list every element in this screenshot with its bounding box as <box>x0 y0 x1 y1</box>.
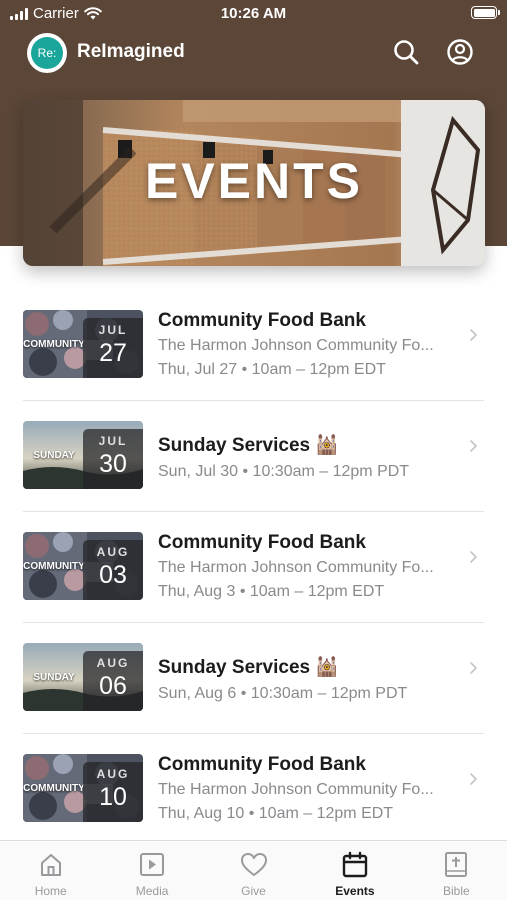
event-datetime: Thu, Aug 10 • 10am – 12pm EDT <box>158 805 394 822</box>
event-row[interactable]: SUNDAY JUL 30 Sunday Services 🕍 Sun, Jul… <box>0 401 507 512</box>
date-badge: JUL 27 <box>83 318 143 378</box>
profile-icon <box>447 39 473 65</box>
event-row[interactable]: COMMUNITY AUG 10 Community Food Bank The… <box>0 734 507 845</box>
home-icon <box>40 854 61 876</box>
chevron-right-icon <box>470 551 477 563</box>
heart-icon <box>240 853 267 876</box>
event-title: Community Food Bank <box>158 532 366 553</box>
event-thumbnail: COMMUNITY AUG 10 <box>23 754 143 822</box>
date-month: JUL <box>98 323 128 337</box>
thumbnail-caption: COMMUNITY <box>23 782 85 794</box>
date-month: AUG <box>96 545 130 559</box>
chevron-right-icon <box>470 440 477 452</box>
event-details: Community Food Bank The Harmon Johnson C… <box>158 754 462 823</box>
chevron-right-icon <box>470 662 477 674</box>
thumbnail-caption: COMMUNITY <box>23 560 85 572</box>
bible-icon <box>445 852 468 877</box>
date-day: 30 <box>99 450 127 478</box>
date-badge: AUG 10 <box>83 762 143 822</box>
app-header: Re: ReImagined <box>0 30 507 76</box>
status-bar: Carrier 10:26 AM <box>0 0 507 28</box>
thumbnail-caption: SUNDAY <box>33 449 75 461</box>
tab-label: Media <box>135 884 169 898</box>
app-logo[interactable]: Re: <box>27 33 67 73</box>
tab-label: Bible <box>442 884 470 898</box>
profile-button[interactable] <box>444 36 476 68</box>
thumbnail-caption: SUNDAY <box>33 671 75 683</box>
chevron-right-icon <box>470 329 477 341</box>
tab-label: Home <box>34 884 67 898</box>
app-title: ReImagined <box>77 41 185 62</box>
tab-home[interactable]: Home <box>0 841 101 900</box>
event-row[interactable]: COMMUNITY JUL 27 Community Food Bank The… <box>0 290 507 401</box>
event-datetime: Thu, Jul 27 • 10am – 12pm EDT <box>158 361 386 378</box>
date-month: AUG <box>96 656 130 670</box>
event-row[interactable]: SUNDAY AUG 06 Sunday Services 🕍 Sun, Aug… <box>0 623 507 734</box>
event-details: Sunday Services 🕍 Sun, Aug 6 • 10:30am –… <box>158 655 462 703</box>
date-badge: JUL 30 <box>83 429 143 489</box>
tab-events[interactable]: Events <box>304 841 405 900</box>
hero-title: EVENTS <box>144 153 364 209</box>
date-day: 03 <box>99 561 127 589</box>
chevron-right-icon <box>470 773 477 785</box>
event-details: Community Food Bank The Harmon Johnson C… <box>158 310 462 379</box>
event-title: Sunday Services 🕍 <box>158 657 340 678</box>
calendar-icon <box>342 851 368 878</box>
date-day: 27 <box>99 339 127 367</box>
date-badge: AUG 03 <box>83 540 143 600</box>
status-time: 10:26 AM <box>220 5 287 22</box>
event-title: Community Food Bank <box>158 310 366 331</box>
play-icon <box>140 853 165 876</box>
search-icon <box>394 40 419 65</box>
tab-bible[interactable]: Bible <box>406 841 507 900</box>
event-details: Community Food Bank The Harmon Johnson C… <box>158 532 462 601</box>
event-location: The Harmon Johnson Community Fo... <box>158 559 434 576</box>
event-thumbnail: SUNDAY JUL 30 <box>23 421 143 489</box>
event-datetime: Sun, Aug 6 • 10:30am – 12pm PDT <box>158 685 408 702</box>
date-day: 06 <box>99 672 127 700</box>
date-day: 10 <box>99 783 127 811</box>
event-title: Sunday Services 🕍 <box>158 435 340 456</box>
search-button[interactable] <box>390 36 422 68</box>
event-datetime: Thu, Aug 3 • 10am – 12pm EDT <box>158 583 385 600</box>
event-list: COMMUNITY JUL 27 Community Food Bank The… <box>0 290 507 845</box>
event-details: Sunday Services 🕍 Sun, Jul 30 • 10:30am … <box>158 433 462 481</box>
tab-label: Events <box>335 884 375 898</box>
logo-text: Re: <box>31 37 63 69</box>
tab-give[interactable]: Give <box>203 841 304 900</box>
tab-label: Give <box>241 884 266 898</box>
battery-icon <box>471 6 500 19</box>
event-location: The Harmon Johnson Community Fo... <box>158 337 434 354</box>
event-thumbnail: COMMUNITY JUL 27 <box>23 310 143 378</box>
thumbnail-caption: COMMUNITY <box>23 338 85 350</box>
event-datetime: Sun, Jul 30 • 10:30am – 12pm PDT <box>158 463 410 480</box>
event-title: Community Food Bank <box>158 754 366 775</box>
event-thumbnail: SUNDAY AUG 06 <box>23 643 143 711</box>
event-location: The Harmon Johnson Community Fo... <box>158 781 434 798</box>
events-hero-banner: EVENTS <box>23 100 485 266</box>
tab-media[interactable]: Media <box>101 841 202 900</box>
date-badge: AUG 06 <box>83 651 143 711</box>
date-month: AUG <box>96 767 130 781</box>
tab-bar: Home Media Give Events Bible <box>0 840 507 900</box>
event-row[interactable]: COMMUNITY AUG 03 Community Food Bank The… <box>0 512 507 623</box>
event-thumbnail: COMMUNITY AUG 03 <box>23 532 143 600</box>
date-month: JUL <box>98 434 128 448</box>
